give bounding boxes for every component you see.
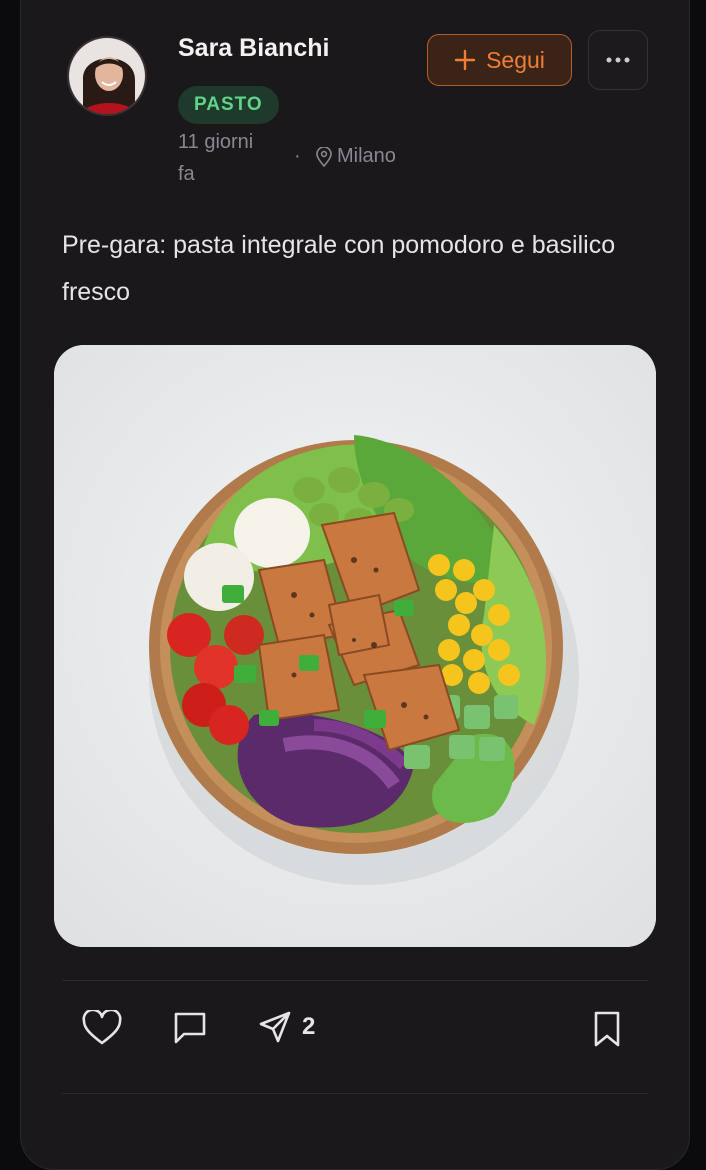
heart-icon — [82, 1010, 122, 1045]
share-button[interactable]: 2 — [258, 1010, 315, 1044]
like-button[interactable] — [82, 1010, 122, 1046]
avatar[interactable] — [67, 36, 147, 116]
plus-icon — [454, 49, 476, 71]
follow-label: Segui — [486, 46, 545, 73]
divider-top — [62, 980, 648, 981]
more-options-button[interactable] — [588, 30, 648, 90]
meta-separator: · — [294, 145, 301, 167]
author-name[interactable]: Sara Bianchi — [178, 34, 329, 63]
bookmark-icon — [594, 1011, 620, 1047]
category-badge: PASTO — [178, 86, 279, 124]
bookmark-button[interactable] — [592, 1010, 622, 1048]
post-time: 11 giorni fa — [178, 131, 254, 185]
more-horizontal-icon — [606, 57, 630, 63]
share-count: 2 — [302, 1013, 316, 1040]
post-location: Milano — [315, 145, 396, 168]
follow-button[interactable]: Segui — [427, 34, 572, 86]
post-caption: Pre-gara: pasta integrale con pomodoro e… — [62, 231, 616, 306]
post-photo[interactable] — [54, 345, 656, 947]
map-pin-icon — [316, 146, 332, 167]
food-bowl-image — [54, 345, 656, 947]
send-icon — [259, 1011, 291, 1043]
comment-button[interactable] — [172, 1010, 208, 1046]
comment-icon — [174, 1012, 206, 1044]
divider-bottom — [62, 1093, 648, 1094]
location-label: Milano — [337, 145, 396, 167]
